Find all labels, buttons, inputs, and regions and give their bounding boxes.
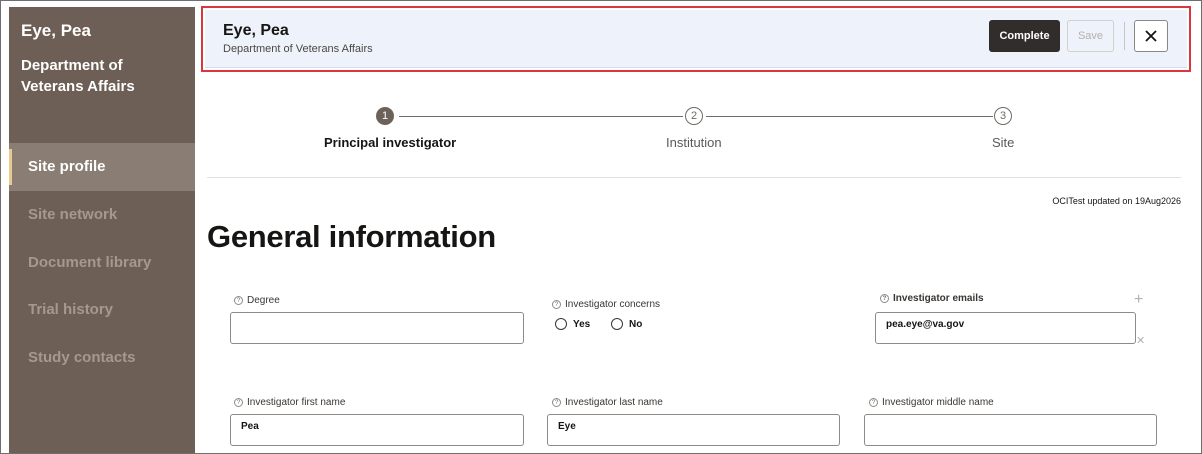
middle-name-input[interactable] [864,414,1157,446]
sidebar-user-name: Eye, Pea [21,21,91,40]
concerns-no-label: No [629,318,643,330]
close-icon [1145,30,1157,42]
investigator-concerns-label: ? Investigator concerns [552,299,660,310]
last-name-label-text: Investigator last name [565,397,663,408]
concerns-yes-radio[interactable]: Yes [555,318,590,330]
updated-timestamp: OCITest updated on 19Aug2026 [1052,196,1181,206]
step-3-label[interactable]: Site [992,135,1014,150]
step-connector [399,116,683,117]
header-title: Eye, Pea [223,22,289,39]
step-connector [706,116,993,117]
section-divider [207,177,1181,178]
header-bar: Eye, Pea Department of Veterans Affairs … [205,10,1187,68]
sidebar-item-site-profile[interactable]: Site profile [9,143,195,191]
step-3-indicator[interactable]: 3 [994,107,1012,125]
investigator-emails-label-text: Investigator emails [893,293,984,304]
page-title: General information [207,219,496,254]
middle-name-label: ? Investigator middle name [869,397,994,408]
page-header: Eye, Pea Department of Veterans Affairs … [201,6,1191,72]
degree-label: ? Degree [234,295,280,306]
first-name-label: ? Investigator first name [234,397,345,408]
complete-button[interactable]: Complete [989,20,1060,52]
sidebar-item-site-network[interactable]: Site network [9,191,195,239]
radio-circle [611,318,623,330]
sidebar-item-trial-history[interactable]: Trial history [9,286,195,334]
sidebar-organization: Department of Veterans Affairs [21,57,135,95]
first-name-input[interactable]: Pea [230,414,524,446]
sidebar: Eye, Pea Department of Veterans Affairs … [9,7,195,453]
app-window: Eye, Pea Department of Veterans Affairs … [0,0,1202,454]
degree-label-text: Degree [247,295,280,306]
first-name-label-text: Investigator first name [247,397,346,408]
step-1-label[interactable]: Principal investigator [324,135,456,150]
sidebar-item-study-contacts[interactable]: Study contacts [9,334,195,382]
help-icon[interactable]: ? [234,398,243,407]
investigator-emails-label: ? Investigator emails [880,293,984,304]
help-icon[interactable]: ? [234,296,243,305]
investigator-concerns-label-text: Investigator concerns [565,299,661,310]
remove-icon[interactable]: ✕ [1136,334,1145,347]
step-1-indicator[interactable]: 1 [376,107,394,125]
radio-circle [555,318,567,330]
last-name-input[interactable]: Eye [547,414,840,446]
investigator-email-input[interactable]: pea.eye@va.gov [875,312,1136,344]
last-name-label: ? Investigator last name [552,397,663,408]
save-button[interactable]: Save [1067,20,1114,52]
sidebar-item-document-library[interactable]: Document library [9,239,195,287]
help-icon[interactable]: ? [552,398,561,407]
help-icon[interactable]: ? [869,398,878,407]
plus-icon[interactable]: + [1134,292,1143,308]
help-icon[interactable]: ? [880,294,889,303]
step-2-indicator[interactable]: 2 [685,107,703,125]
degree-input[interactable] [230,312,524,344]
header-subtitle: Department of Veterans Affairs [223,43,373,55]
concerns-no-radio[interactable]: No [611,318,642,330]
middle-name-label-text: Investigator middle name [882,397,994,408]
help-icon[interactable]: ? [552,300,561,309]
step-2-label[interactable]: Institution [666,135,722,150]
concerns-yes-label: Yes [573,318,591,330]
close-button[interactable] [1134,20,1168,52]
header-divider [1124,22,1125,50]
